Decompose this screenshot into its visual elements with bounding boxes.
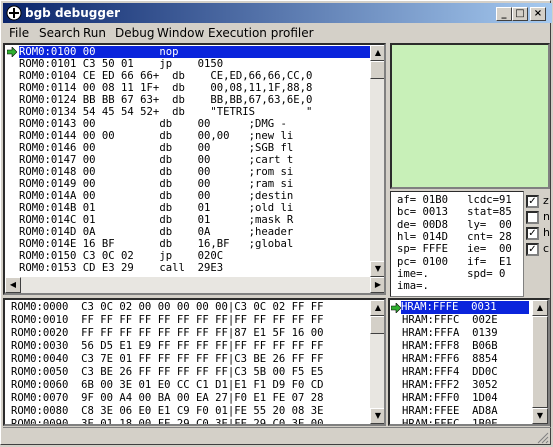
flag-h-checkbox[interactable]: ✓ xyxy=(526,227,539,240)
register-line[interactable]: pc= 0100 if= E1 xyxy=(397,256,512,268)
stack-scroll-up-button[interactable]: ▲ xyxy=(532,300,548,316)
memory-scrollbar[interactable]: ▲ ▼ xyxy=(370,300,384,424)
disassembly-line[interactable]: ROM0:014D 0A db 0A ;header xyxy=(19,226,293,238)
resize-grip-icon[interactable] xyxy=(537,432,549,444)
menu-search[interactable]: Search xyxy=(39,24,80,43)
menu-window[interactable]: Window xyxy=(157,24,204,43)
disassembly-line[interactable]: ROM0:0100 00 nop xyxy=(19,46,370,58)
disassembly-line[interactable]: ROM0:0101 C3 50 01 jp 0150 xyxy=(19,58,223,70)
registers-panel[interactable]: af= 01B0 lcdc=91 bc= 0013 stat=85 de= 00D8… xyxy=(390,191,524,297)
register-line[interactable]: af= 01B0 lcdc=91 xyxy=(397,194,512,206)
stack-scroll-down-button[interactable]: ▼ xyxy=(532,408,548,424)
lcd-screen-preview xyxy=(390,43,550,189)
window-title: bgb debugger xyxy=(25,6,121,20)
menu-run[interactable]: Run xyxy=(83,24,106,43)
sp-arrow-icon xyxy=(391,303,401,313)
memory-row[interactable]: ROM0:0010 FF FF FF FF FF FF FF FF|FF FF … xyxy=(11,314,324,327)
memory-scroll-down-button[interactable]: ▼ xyxy=(370,408,384,424)
scroll-right-button[interactable]: ▶ xyxy=(370,277,384,293)
disassembly-line[interactable]: ROM0:0124 BB BB 67 63+ db BB,BB,67,63,6E… xyxy=(19,94,312,106)
menu-file[interactable]: File xyxy=(9,24,29,43)
stack-entry[interactable]: HRAM:FFF8 B06B xyxy=(402,340,498,353)
disassembly-hscrollbar[interactable]: ◀ ▶ xyxy=(5,277,384,293)
stack-entry[interactable]: HRAM:FFF2 3052 xyxy=(402,379,498,392)
memory-scroll-up-button[interactable]: ▲ xyxy=(370,300,384,316)
stack-entry[interactable]: HRAM:FFFE 0031 xyxy=(401,301,529,314)
register-line[interactable]: ima=. xyxy=(397,280,429,292)
stack-entry[interactable]: HRAM:FFFA 0139 xyxy=(402,327,498,340)
disassembly-line[interactable]: ROM0:014A 00 db 00 ;destin xyxy=(19,190,293,202)
disassembly-panel[interactable]: ROM0:0100 00 nop ROM0:0101 C3 50 01 jp 01… xyxy=(3,43,386,295)
menu-debug[interactable]: Debug xyxy=(115,24,154,43)
stack-entry[interactable]: HRAM:FFF0 1D04 xyxy=(402,392,498,405)
disassembly-line[interactable]: ROM0:0153 CD E3 29 call 29E3 xyxy=(19,262,223,274)
memory-row[interactable]: ROM0:0030 56 D5 E1 E9 FF FF FF FF|FF FF … xyxy=(11,340,324,353)
status-bar xyxy=(3,427,551,446)
memory-row[interactable]: ROM0:0020 FF FF FF FF FF FF FF FF|87 E1 … xyxy=(11,327,324,340)
stack-entry[interactable]: HRAM:FFEC 1B0E xyxy=(402,418,498,424)
stack-entry[interactable]: HRAM:FFFC 002E xyxy=(402,314,498,327)
checkmark-icon: ✓ xyxy=(528,196,537,207)
flag-c-checkbox[interactable]: ✓ xyxy=(526,243,539,256)
flag-z-checkbox[interactable]: ✓ xyxy=(526,195,539,208)
scroll-left-button[interactable]: ◀ xyxy=(5,277,21,293)
close-button[interactable]: × xyxy=(530,7,546,21)
disassembly-line[interactable]: ROM0:014B 01 db 01 ;old li xyxy=(19,202,293,214)
scroll-up-button[interactable]: ▲ xyxy=(370,45,384,61)
disassembly-line[interactable]: ROM0:0150 C3 0C 02 jp 020C xyxy=(19,250,223,262)
disassembly-line[interactable]: ROM0:014C 01 db 01 ;mask R xyxy=(19,214,293,226)
stack-scroll-thumb[interactable] xyxy=(532,316,548,408)
disassembly-line[interactable]: ROM0:0146 00 db 00 ;SGB fl xyxy=(19,142,293,154)
title-bar[interactable]: bgb debugger _ □ × xyxy=(3,3,552,23)
stack-entry[interactable]: HRAM:FFF4 DD0C xyxy=(402,366,498,379)
memory-row[interactable]: ROM0:0090 3E 01 18 00 FE 29 C0 3E|FE 29 … xyxy=(11,418,324,424)
memory-row[interactable]: ROM0:0070 9F 00 A4 00 BA 00 EA 27|F0 E1 … xyxy=(11,392,324,405)
memory-panel[interactable]: ROM0:0000 C3 0C 02 00 00 00 00 00|C3 0C … xyxy=(3,298,386,426)
scroll-thumb[interactable] xyxy=(370,61,384,79)
disassembly-line[interactable]: ROM0:0147 00 db 00 ;cart t xyxy=(19,154,293,166)
disassembly-line[interactable]: ROM0:0104 CE ED 66 66+ db CE,ED,66,66,CC… xyxy=(19,70,312,82)
flag-n-checkbox[interactable] xyxy=(526,211,539,224)
minimize-button[interactable]: _ xyxy=(496,7,512,21)
memory-row[interactable]: ROM0:0040 C3 7E 01 FF FF FF FF FF|C3 BE … xyxy=(11,353,324,366)
checkmark-icon: ✓ xyxy=(528,228,537,239)
close-icon: × xyxy=(533,8,543,19)
menu-bar: File Search Run Debug Window Execution p… xyxy=(3,24,551,43)
register-line[interactable]: de= 00D8 ly= 00 xyxy=(397,219,512,231)
register-line[interactable]: sp= FFFE ie= 00 xyxy=(397,243,512,255)
disassembly-line[interactable]: ROM0:0144 00 00 db 00,00 ;new li xyxy=(19,130,293,142)
stack-entry[interactable]: HRAM:FFF6 8854 xyxy=(402,353,498,366)
disassembly-line[interactable]: ROM0:0114 00 08 11 1F+ db 00,08,11,1F,88… xyxy=(19,82,312,94)
flag-h-label: h xyxy=(543,226,550,239)
debugger-window: bgb debugger _ □ × File Search Run Debug… xyxy=(0,0,552,446)
disassembly-scrollbar[interactable]: ▲ ▼ xyxy=(370,45,384,277)
stack-entry[interactable]: HRAM:FFEE AD8A xyxy=(402,405,498,418)
flag-c-label: c xyxy=(543,242,550,255)
maximize-icon: □ xyxy=(515,8,525,19)
memory-row[interactable]: ROM0:0000 C3 0C 02 00 00 00 00 00|C3 0C … xyxy=(11,301,324,314)
disassembly-line[interactable]: ROM0:014E 16 BF db 16,BF ;global xyxy=(19,238,293,250)
stack-scrollbar[interactable]: ▲ ▼ xyxy=(532,300,548,424)
flag-n-label: n xyxy=(543,210,550,223)
flag-z-label: z xyxy=(543,194,549,207)
maximize-button[interactable]: □ xyxy=(512,7,528,21)
memory-row[interactable]: ROM0:0080 C8 3E 06 E0 E1 C9 F0 01|FE 55 … xyxy=(11,405,324,418)
register-line[interactable]: hl= 014D cnt= 28 xyxy=(397,231,512,243)
register-line[interactable]: ime=. spd= 0 xyxy=(397,268,505,280)
bgb-app-icon xyxy=(6,5,22,21)
disassembly-line[interactable]: ROM0:0134 54 45 54 52+ db "TETRIS " xyxy=(19,106,312,118)
checkmark-icon: ✓ xyxy=(528,244,537,255)
disassembly-line[interactable]: ROM0:0143 00 db 00 ;DMG - xyxy=(19,118,287,130)
scroll-down-button[interactable]: ▼ xyxy=(370,261,384,277)
memory-row[interactable]: ROM0:0050 C3 BE 26 FF FF FF FF FF|C3 5B … xyxy=(11,366,324,379)
memory-row[interactable]: ROM0:0060 6B 00 3E 01 E0 CC C1 D1|E1 F1 … xyxy=(11,379,324,392)
menu-execution-profiler[interactable]: Execution profiler xyxy=(208,24,314,43)
disassembly-line[interactable]: ROM0:0149 00 db 00 ;ram si xyxy=(19,178,293,190)
stack-panel[interactable]: HRAM:FFFE 0031 HRAM:FFFC 002E HRAM:FFFA 01… xyxy=(388,298,550,426)
memory-scroll-thumb[interactable] xyxy=(370,316,384,334)
pc-arrow-icon xyxy=(7,47,17,57)
disassembly-line[interactable]: ROM0:0148 00 db 00 ;rom si xyxy=(19,166,293,178)
minimize-icon: _ xyxy=(501,8,507,19)
register-line[interactable]: bc= 0013 stat=85 xyxy=(397,206,512,218)
